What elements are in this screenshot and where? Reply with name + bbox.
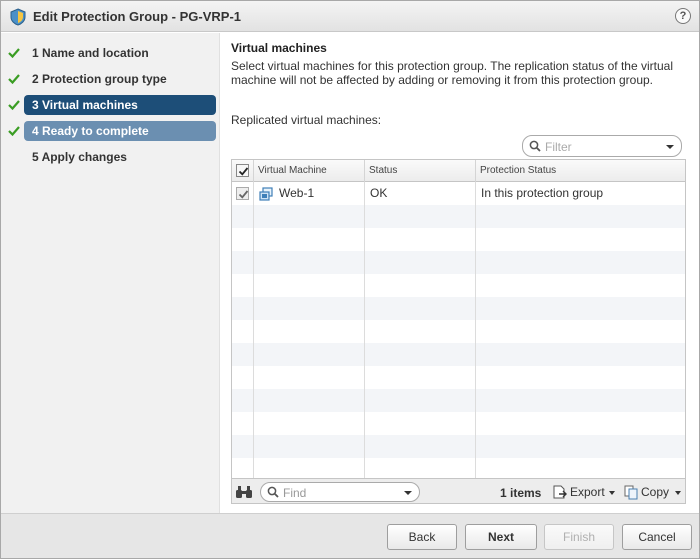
table-body: Web-1 OK In this protection group [232, 182, 685, 478]
help-icon[interactable]: ? [675, 8, 691, 24]
table-header: Virtual Machine Status Protection Status [232, 160, 685, 182]
table-row-empty [232, 458, 685, 478]
table-row-empty [232, 320, 685, 343]
table-row-empty [232, 274, 685, 297]
filter-placeholder: Filter [545, 140, 572, 154]
next-button[interactable]: Next [465, 524, 537, 550]
check-icon [8, 48, 20, 59]
check-icon [8, 100, 20, 111]
table-row-empty [232, 205, 685, 228]
select-all-cell [232, 160, 254, 182]
table-row-empty [232, 389, 685, 412]
copy-button[interactable]: Copy [623, 484, 683, 500]
column-divider [253, 182, 254, 478]
select-all-checkbox[interactable] [236, 164, 249, 177]
export-button[interactable]: Export [552, 484, 616, 500]
step-label: 3 Virtual machines [32, 98, 138, 112]
vm-table: Virtual Machine Status Protection Status… [231, 159, 686, 504]
virtual-machine-icon [259, 187, 273, 201]
binoculars-icon[interactable] [235, 485, 253, 499]
search-icon [267, 486, 279, 498]
table-row[interactable]: Web-1 OK In this protection group [232, 182, 685, 205]
step-label: 2 Protection group type [32, 72, 167, 86]
table-row-empty [232, 228, 685, 251]
wizard-steps-sidebar: 1 Name and location 2 Protection group t… [1, 33, 220, 513]
step-label: 4 Ready to complete [32, 124, 149, 138]
search-icon [529, 140, 541, 152]
edit-protection-group-dialog: Edit Protection Group - PG-VRP-1 ? 1 Nam… [0, 0, 700, 559]
back-button[interactable]: Back [387, 524, 457, 550]
table-row-empty [232, 435, 685, 458]
step-virtual-machines[interactable]: 3 Virtual machines [1, 95, 220, 115]
step-label: 1 Name and location [32, 46, 149, 60]
step-protection-group-type[interactable]: 2 Protection group type [1, 69, 220, 89]
table-row-empty [232, 366, 685, 389]
dialog-title: Edit Protection Group - PG-VRP-1 [33, 9, 242, 24]
section-description: Select virtual machines for this protect… [231, 59, 674, 87]
find-placeholder: Find [283, 486, 307, 500]
table-row-empty [232, 412, 685, 435]
column-header-virtual-machine[interactable]: Virtual Machine [254, 160, 365, 182]
column-divider [475, 182, 476, 478]
vm-status: OK [370, 186, 388, 200]
step-apply-changes[interactable]: 5 Apply changes [1, 147, 220, 167]
chevron-down-icon[interactable] [666, 145, 674, 149]
vm-name: Web-1 [279, 186, 315, 200]
step-ready-to-complete[interactable]: 4 Ready to complete [1, 121, 220, 141]
dialog-button-bar: Back Next Finish Cancel [1, 513, 699, 558]
column-header-status[interactable]: Status [365, 160, 476, 182]
finish-button[interactable]: Finish [544, 524, 614, 550]
filter-input[interactable]: Filter [522, 135, 682, 157]
table-row-empty [232, 343, 685, 366]
copy-label: Copy [641, 485, 670, 499]
title-bar: Edit Protection Group - PG-VRP-1 ? [1, 1, 699, 32]
find-input[interactable]: Find [260, 482, 420, 502]
row-checkbox[interactable] [236, 187, 249, 200]
protection-group-icon [10, 8, 26, 26]
cancel-button[interactable]: Cancel [622, 524, 692, 550]
check-icon [8, 126, 20, 137]
replicated-vms-label: Replicated virtual machines: [231, 113, 382, 127]
column-header-protection-status[interactable]: Protection Status [476, 160, 685, 182]
chevron-down-icon [675, 491, 681, 495]
vm-protection-status: In this protection group [481, 186, 604, 200]
table-row-empty [232, 251, 685, 274]
main-panel: Virtual machines Select virtual machines… [221, 33, 699, 513]
column-divider [364, 182, 365, 478]
export-label: Export [570, 485, 605, 499]
chevron-down-icon[interactable] [404, 491, 412, 495]
table-row-empty [232, 297, 685, 320]
chevron-down-icon [609, 491, 615, 495]
step-label: 5 Apply changes [32, 150, 127, 164]
section-title: Virtual machines [231, 41, 327, 55]
check-icon [8, 74, 20, 85]
step-name-and-location[interactable]: 1 Name and location [1, 43, 220, 63]
table-footer: Find 1 items Export Copy [232, 478, 685, 503]
item-count: 1 items [500, 486, 542, 500]
export-icon [553, 485, 567, 499]
copy-icon [624, 485, 638, 500]
